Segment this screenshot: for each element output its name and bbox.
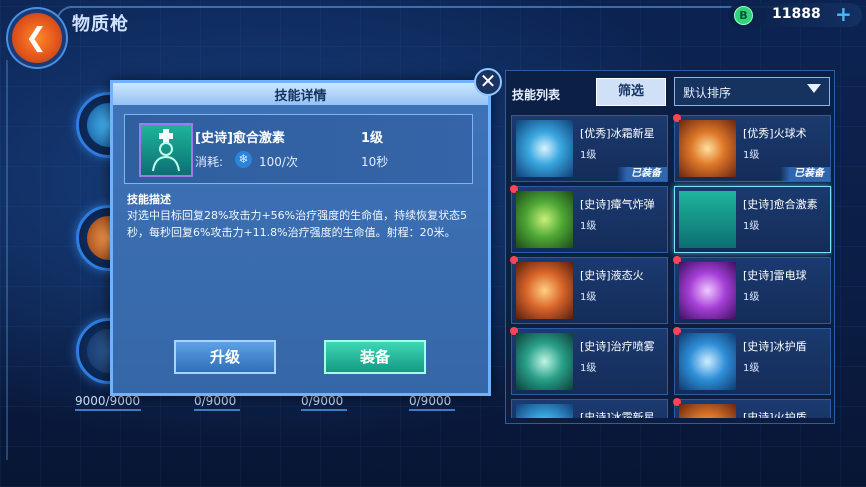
frost-nova-icon bbox=[516, 120, 573, 177]
skill-item-name: [史诗]冰护盾 bbox=[743, 340, 807, 353]
skill-item[interactable]: [史诗]雷电球 1级 bbox=[673, 256, 831, 324]
skill-grid[interactable]: [优秀]冰霜新星 1级 已装备 [优秀]火球术 1级 已装备 [史诗]瘴气炸弹 … bbox=[508, 112, 832, 418]
skill-item-name: [史诗]愈合激素 bbox=[743, 198, 818, 211]
coin-icon: B bbox=[734, 6, 753, 25]
equipped-badge: 已装备 bbox=[617, 167, 667, 181]
skill-item-level: 1级 bbox=[580, 221, 597, 232]
skill-item-name: [史诗]瘴气炸弹 bbox=[580, 198, 655, 211]
skill-item-level: 1级 bbox=[580, 363, 597, 374]
fire-shield-icon bbox=[679, 404, 736, 418]
sort-value: 默认排序 bbox=[683, 86, 732, 100]
skill-item[interactable]: [优秀]火球术 1级 已装备 bbox=[673, 114, 831, 182]
skill-item[interactable]: [史诗]液态火 1级 bbox=[510, 256, 668, 324]
skill-item-level: 1级 bbox=[743, 221, 760, 232]
skill-item[interactable]: [史诗]治疗喷雾 1级 bbox=[510, 327, 668, 395]
equipped-badge: 已装备 bbox=[780, 167, 830, 181]
slot-progress: 0/9000 bbox=[409, 394, 452, 408]
back-arrow-icon: ❮ bbox=[25, 23, 47, 53]
skill-item-name: [史诗]冰霜新星 bbox=[580, 411, 655, 418]
skill-item[interactable]: [史诗]冰护盾 1级 bbox=[673, 327, 831, 395]
progress-underline bbox=[301, 409, 347, 411]
fireball-icon bbox=[679, 120, 736, 177]
description-title: 技能描述 bbox=[127, 193, 171, 206]
page-title: 物质枪 bbox=[72, 14, 129, 35]
skill-name: [史诗]愈合激素 bbox=[195, 131, 285, 146]
cooldown-value: 10秒 bbox=[361, 155, 389, 169]
filter-button[interactable]: 筛选 bbox=[596, 78, 666, 106]
skill-item[interactable]: [史诗]冰霜新星 bbox=[511, 399, 668, 418]
skill-item[interactable]: [史诗]瘴气炸弹 1级 bbox=[510, 185, 668, 253]
sort-dropdown[interactable]: 默认排序 bbox=[674, 77, 830, 106]
lightning-ball-icon bbox=[679, 262, 736, 319]
progress-underline bbox=[194, 409, 240, 411]
currency-value: 11888 bbox=[772, 6, 821, 22]
add-currency-button[interactable]: + bbox=[835, 2, 852, 26]
skill-item-level: 1级 bbox=[743, 150, 760, 161]
skill-level: 1级 bbox=[361, 131, 384, 146]
skill-item[interactable]: [史诗]火护盾 bbox=[673, 398, 831, 418]
cost-value: 100/次 bbox=[259, 155, 298, 169]
skill-item-name: [史诗]治疗喷雾 bbox=[580, 340, 655, 353]
miasma-bomb-icon bbox=[516, 191, 573, 248]
ice-shield-icon bbox=[679, 333, 736, 390]
dialog-title: 技能详情 bbox=[274, 89, 327, 104]
currency-bar: B 11888 + bbox=[728, 2, 862, 27]
upgrade-button[interactable]: 升级 bbox=[174, 340, 276, 374]
skill-summary-card: [史诗]愈合激素 1级 消耗: ❄ 100/次 10秒 bbox=[124, 114, 473, 184]
skill-item[interactable]: [优秀]冰霜新星 1级 已装备 bbox=[511, 115, 668, 182]
frost-nova-icon bbox=[516, 404, 573, 418]
healing-spray-icon bbox=[516, 333, 573, 390]
cost-label: 消耗: bbox=[195, 155, 224, 169]
left-frame bbox=[6, 60, 18, 460]
top-frame bbox=[56, 6, 798, 42]
skill-item-level: 1级 bbox=[743, 363, 760, 374]
description-text: 对选中目标回复28%攻击力+56%治疗强度的生命值，持续恢复状态5秒，每秒回复6… bbox=[127, 209, 468, 239]
progress-underline bbox=[75, 409, 141, 411]
heal-hormone-icon bbox=[679, 191, 736, 248]
skill-item-name: [史诗]火护盾 bbox=[743, 411, 807, 418]
dialog-header: 技能详情 bbox=[113, 83, 488, 105]
liquid-fire-icon bbox=[516, 262, 573, 319]
slot-progress: 0/9000 bbox=[194, 394, 237, 408]
heal-hormone-icon bbox=[139, 123, 193, 177]
back-button[interactable]: ❮ bbox=[12, 13, 62, 63]
skill-item-selected[interactable]: [史诗]愈合激素 1级 bbox=[674, 186, 831, 253]
skill-list-title: 技能列表 bbox=[512, 88, 561, 102]
skill-item-level: 1级 bbox=[580, 292, 597, 303]
skill-item-name: [史诗]雷电球 bbox=[743, 269, 807, 282]
close-button[interactable]: ✕ bbox=[474, 68, 502, 96]
skill-item-name: [优秀]火球术 bbox=[743, 127, 807, 140]
skill-item-level: 1级 bbox=[743, 292, 760, 303]
slot-progress: 0/9000 bbox=[301, 394, 344, 408]
skill-item-level: 1级 bbox=[580, 150, 597, 161]
equip-button[interactable]: 装备 bbox=[324, 340, 426, 374]
skill-item-name: [史诗]液态火 bbox=[580, 269, 644, 282]
slot-progress: 9000/9000 bbox=[75, 394, 141, 408]
chevron-down-icon bbox=[807, 84, 821, 93]
skill-item-name: [优秀]冰霜新星 bbox=[580, 127, 655, 140]
snowflake-icon: ❄ bbox=[235, 151, 252, 168]
progress-underline bbox=[409, 409, 455, 411]
